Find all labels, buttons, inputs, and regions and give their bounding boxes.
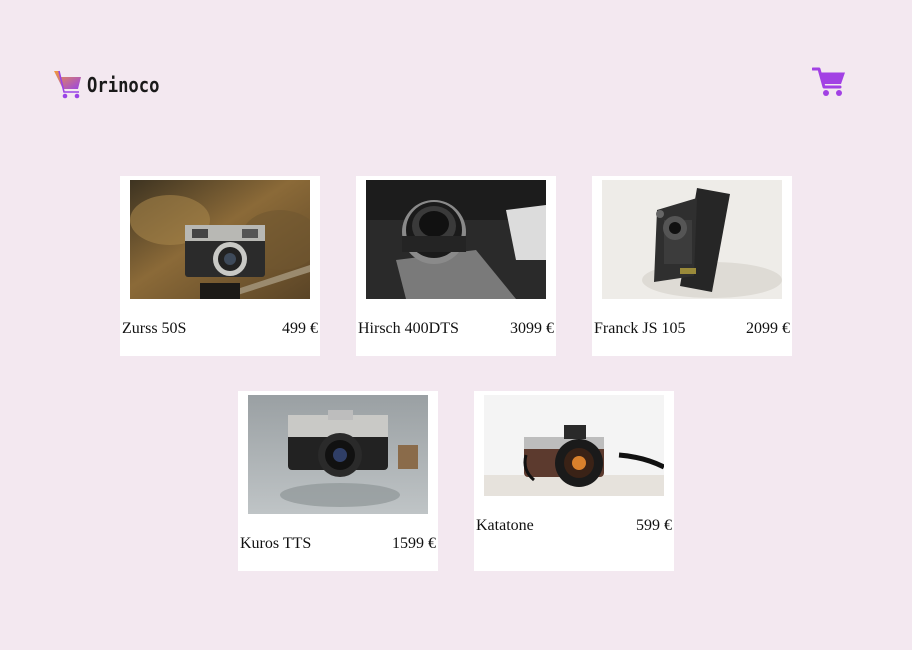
product-name: Kuros TTS [240,535,312,552]
shopping-cart-icon [812,67,845,96]
product-price: 2099 € [746,320,790,337]
product-name: Franck JS 105 [594,320,686,337]
product-info: Kuros TTS 1599 € [240,535,436,553]
product-card[interactable]: Katatone 599 € [474,391,674,571]
product-image[interactable] [130,180,310,299]
product-info: Franck JS 105 2099 € [594,320,790,338]
product-image[interactable] [484,395,664,496]
product-image[interactable] [602,180,782,299]
product-price: 1599 € [392,535,436,552]
product-image[interactable] [248,395,428,514]
page: Orinoco Zurss 50S 499 € Hirsch 400DTS 30… [0,0,912,650]
camera-photo-image [130,180,310,299]
product-name: Zurss 50S [122,320,187,337]
product-image[interactable] [366,180,546,299]
brand-logo-link[interactable]: Orinoco [53,67,171,101]
shopping-cart-icon [54,70,81,99]
camera-photo-image [248,395,428,514]
product-name: Hirsch 400DTS [358,320,459,337]
product-card[interactable]: Franck JS 105 2099 € [592,176,792,356]
product-info: Zurss 50S 499 € [122,320,318,338]
lens-photo-image [366,180,546,299]
product-price: 599 € [636,517,672,534]
camera-photo-image [484,395,664,496]
cart-button[interactable] [812,66,846,98]
folding-camera-photo-image [602,180,782,299]
product-card[interactable]: Zurss 50S 499 € [120,176,320,356]
product-name: Katatone [476,517,534,534]
product-info: Katatone 599 € [476,517,672,535]
product-price: 3099 € [510,320,554,337]
product-info: Hirsch 400DTS 3099 € [358,320,554,338]
brand-name: Orinoco [87,73,160,97]
product-card[interactable]: Kuros TTS 1599 € [238,391,438,571]
product-price: 499 € [282,320,318,337]
product-card[interactable]: Hirsch 400DTS 3099 € [356,176,556,356]
